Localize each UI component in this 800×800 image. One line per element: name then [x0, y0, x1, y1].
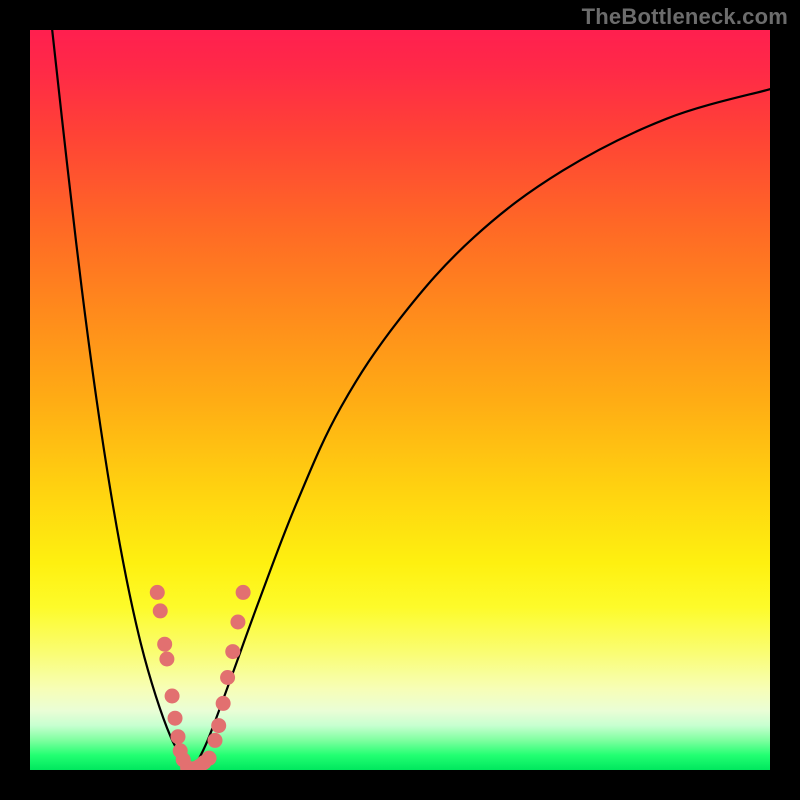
watermark-text: TheBottleneck.com: [582, 4, 788, 30]
data-points-left: [159, 652, 174, 667]
data-points-left: [168, 711, 183, 726]
data-points-bottom: [202, 751, 217, 766]
data-points-right: [211, 718, 226, 733]
data-points-right: [230, 615, 245, 630]
bottleneck-curve-right: [193, 89, 770, 770]
data-points-right: [236, 585, 251, 600]
data-points-right: [216, 696, 231, 711]
plot-area: [30, 30, 770, 770]
data-points-left: [171, 729, 186, 744]
data-points-right: [208, 733, 223, 748]
data-points-left: [153, 603, 168, 618]
marker-layer: [150, 585, 251, 770]
chart-frame: TheBottleneck.com: [0, 0, 800, 800]
data-points-right: [220, 670, 235, 685]
data-points-left: [150, 585, 165, 600]
chart-svg: [30, 30, 770, 770]
data-points-left: [157, 637, 172, 652]
data-points-right: [225, 644, 240, 659]
data-points-left: [165, 689, 180, 704]
